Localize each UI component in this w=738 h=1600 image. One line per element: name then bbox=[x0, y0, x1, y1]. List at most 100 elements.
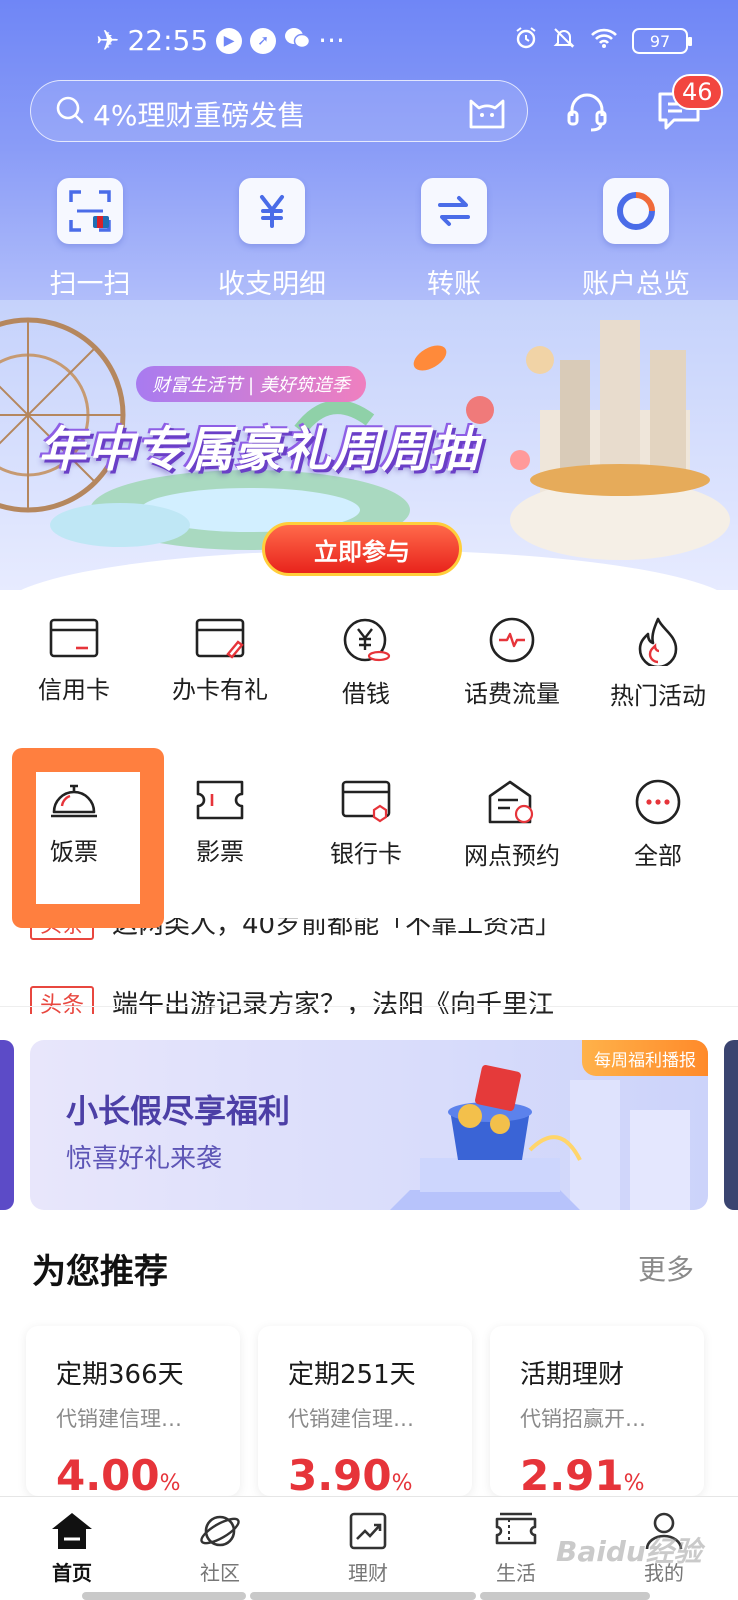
yen-icon bbox=[239, 178, 305, 244]
grid-item-bank-card[interactable]: 银行卡 bbox=[292, 778, 440, 869]
news-tag: 头条 bbox=[30, 985, 95, 1014]
product-card[interactable]: 活期理财 代销招赢开… 2.91% bbox=[490, 1326, 704, 1496]
tab-wealth[interactable]: 理财 bbox=[308, 1511, 428, 1586]
ticket-icon bbox=[495, 1512, 537, 1545]
news-text: 这两类人，40岁前都能「不靠工资活」 bbox=[112, 918, 562, 940]
promo-tag: 每周福利播报 bbox=[582, 1040, 708, 1076]
play-icon: ▶ bbox=[216, 27, 243, 54]
tab-community[interactable]: 社区 bbox=[160, 1511, 280, 1586]
news-text: 端午出游记录方家？，法阳《向千里江 bbox=[112, 990, 555, 1014]
grid-item-label: 银行卡 bbox=[330, 840, 402, 868]
grid-item-branch-booking[interactable]: 网点预约 bbox=[438, 778, 586, 871]
chart-icon bbox=[349, 1512, 387, 1550]
product-title: 定期366天 bbox=[56, 1360, 184, 1390]
product-rate: 2.91% bbox=[520, 1451, 704, 1496]
quick-action-overview[interactable]: 账户总览 bbox=[566, 178, 706, 301]
movie-ticket-icon bbox=[196, 780, 244, 820]
planet-icon bbox=[200, 1515, 240, 1547]
banner-headline: 年中专属豪礼周周抽 bbox=[38, 422, 480, 478]
quick-action-scan[interactable]: 扫一扫 bbox=[20, 178, 160, 301]
rate-unit: % bbox=[159, 1471, 181, 1496]
product-rate: 3.90% bbox=[288, 1451, 472, 1496]
card-pen-icon bbox=[195, 618, 245, 659]
bank-card-icon bbox=[341, 780, 391, 823]
quick-action-label: 转账 bbox=[427, 269, 481, 300]
wechat-icon bbox=[284, 24, 311, 57]
grid-item-all[interactable]: 全部 bbox=[584, 778, 732, 871]
grid-item-movie-ticket[interactable]: 影票 bbox=[146, 778, 294, 867]
product-subtitle: 代销建信理… bbox=[56, 1407, 182, 1431]
product-rate: 4.00% bbox=[56, 1451, 240, 1496]
credit-card-icon bbox=[49, 618, 99, 658]
welfare-promo-card[interactable]: 每周福利播报 小长假尽享福利 惊喜好礼来袭 bbox=[30, 1040, 708, 1210]
rate-value: 4.00 bbox=[56, 1451, 160, 1496]
home-indicator bbox=[82, 1592, 246, 1600]
compass-icon: ➚ bbox=[250, 27, 277, 54]
search-bar[interactable]: 4%理财重磅发售 bbox=[30, 80, 528, 142]
more-link[interactable]: 更多 bbox=[638, 1248, 694, 1288]
wifi-icon bbox=[590, 27, 618, 55]
alarm-icon bbox=[514, 26, 538, 56]
grid-item-label: 办卡有礼 bbox=[172, 676, 268, 704]
mute-icon bbox=[552, 26, 576, 56]
carousel-next-card[interactable] bbox=[724, 1040, 738, 1210]
grid-item-label: 借钱 bbox=[342, 680, 390, 708]
more-icon bbox=[635, 779, 681, 825]
headset-icon[interactable] bbox=[564, 88, 610, 134]
quick-action-label: 扫一扫 bbox=[49, 269, 131, 300]
section-title: 为您推荐 bbox=[32, 1252, 168, 1292]
battery-level: 97 bbox=[649, 31, 671, 51]
news-ticker[interactable]: 头条 这两类人，40岁前都能「不靠工资活」 头条 端午出游记录方家？，法阳《向千… bbox=[0, 918, 738, 1014]
grid-item-borrow[interactable]: 借钱 bbox=[292, 616, 440, 709]
status-right: 97 bbox=[514, 26, 692, 56]
product-card[interactable]: 定期366天 代销建信理… 4.00% bbox=[26, 1326, 240, 1496]
status-time: 22:55 bbox=[127, 24, 209, 57]
status-left: ✈ 22:55 ▶ ➚ ··· bbox=[96, 24, 345, 57]
grid-item-label: 网点预约 bbox=[464, 842, 560, 870]
tab-home[interactable]: 首页 bbox=[12, 1511, 132, 1586]
quick-action-statement[interactable]: 收支明细 bbox=[202, 178, 342, 301]
phone-bill-icon bbox=[489, 617, 535, 663]
status-bar: ✈ 22:55 ▶ ➚ ··· 97 bbox=[0, 18, 738, 66]
search-icon bbox=[56, 96, 84, 124]
grid-item-phone-bill[interactable]: 话费流量 bbox=[438, 616, 586, 709]
home-icon bbox=[52, 1513, 92, 1549]
promo-subtitle: 惊喜好礼来袭 bbox=[66, 1144, 223, 1174]
product-card[interactable]: 定期251天 代销建信理… 3.90% bbox=[258, 1326, 472, 1496]
rate-value: 3.90 bbox=[288, 1451, 392, 1496]
tab-label: 首页 bbox=[52, 1561, 92, 1585]
home-indicator bbox=[480, 1592, 650, 1600]
grid-item-label: 话费流量 bbox=[464, 680, 560, 708]
status-more: ··· bbox=[318, 24, 345, 57]
product-subtitle: 代销招赢开… bbox=[520, 1407, 646, 1431]
borrow-money-icon bbox=[343, 618, 391, 662]
pie-icon bbox=[603, 178, 669, 244]
rate-value: 2.91 bbox=[520, 1451, 624, 1496]
grid-item-credit-card[interactable]: 信用卡 bbox=[0, 616, 148, 705]
grid-item-label: 热门活动 bbox=[610, 682, 706, 710]
banner-pill: 财富生活节 | 美好筑造季 bbox=[136, 366, 366, 402]
quick-action-label: 收支明细 bbox=[218, 269, 326, 300]
rate-unit: % bbox=[391, 1471, 413, 1496]
branch-icon bbox=[488, 780, 534, 824]
news-item[interactable]: 头条 端午出游记录方家？，法阳《向千里江 bbox=[30, 984, 554, 1014]
carousel-prev-card[interactable] bbox=[0, 1040, 14, 1210]
message-badge: 46 bbox=[672, 74, 723, 110]
highlight-frame bbox=[12, 748, 164, 928]
header: ✈ 22:55 ▶ ➚ ··· 97 4%理财重磅发售 46 扫一扫 收支明细 … bbox=[0, 0, 738, 330]
search-placeholder: 4%理财重磅发售 bbox=[93, 99, 306, 132]
battery-icon: 97 bbox=[632, 28, 692, 54]
grid-item-card-gift[interactable]: 办卡有礼 bbox=[146, 616, 294, 705]
airplane-icon: ✈ bbox=[96, 24, 120, 57]
grid-item-label: 全部 bbox=[634, 842, 682, 870]
quick-action-transfer[interactable]: 转账 bbox=[384, 178, 524, 301]
product-title: 定期251天 bbox=[288, 1360, 416, 1390]
quick-action-label: 账户总览 bbox=[582, 269, 690, 300]
join-now-button[interactable]: 立即参与 bbox=[262, 522, 462, 576]
promo-banner[interactable]: 财富生活节 | 美好筑造季 年中专属豪礼周周抽 立即参与 bbox=[0, 300, 738, 590]
divider bbox=[0, 1006, 738, 1007]
grid-item-label: 影票 bbox=[196, 838, 244, 866]
cat-mascot-icon[interactable] bbox=[467, 93, 507, 131]
grid-item-hot-events[interactable]: 热门活动 bbox=[584, 616, 732, 711]
tab-label: 理财 bbox=[348, 1561, 388, 1585]
